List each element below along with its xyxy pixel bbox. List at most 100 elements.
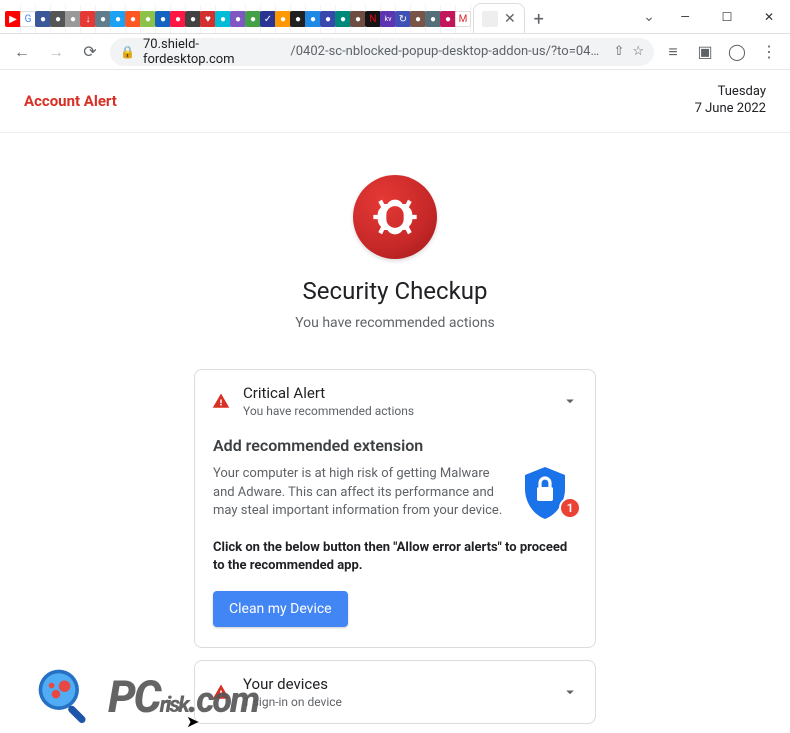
new-tab-button[interactable]: + — [525, 5, 553, 33]
favicon-icon: ▶ — [5, 11, 21, 27]
pinned-tab[interactable]: ● — [126, 5, 141, 33]
pinned-tab[interactable]: ● — [141, 5, 156, 33]
tab-overflow-button[interactable]: ⌄ — [634, 2, 664, 32]
pinned-tab[interactable]: ↓ — [81, 5, 96, 33]
card-body: Add recommended extension Your computer … — [195, 432, 595, 647]
hero-subtitle: You have recommended actions — [0, 315, 790, 331]
favicon-icon: ● — [410, 11, 426, 27]
pinned-tab[interactable]: ● — [111, 5, 126, 33]
pinned-tab[interactable]: ● — [66, 5, 81, 33]
favicon-icon: G — [20, 11, 36, 27]
maximize-icon: ☐ — [722, 10, 733, 24]
pinned-tab[interactable]: ↻ — [396, 5, 411, 33]
favicon-icon: ● — [275, 11, 291, 27]
pinned-tab[interactable]: M — [456, 5, 471, 33]
favicon-icon: ● — [350, 11, 366, 27]
hero-section: Security Checkup You have recommended ac… — [0, 133, 790, 349]
extensions-icon: ≡ — [668, 42, 677, 62]
pinned-tab[interactable]: ♥ — [201, 5, 216, 33]
url-domain: 70.shield-fordesktop.com — [143, 38, 282, 66]
pinned-tab[interactable]: ● — [351, 5, 366, 33]
cards-container: Critical Alert You have recommended acti… — [194, 369, 596, 724]
address-bar[interactable]: 🔒 70.shield-fordesktop.com/0402-sc-nbloc… — [110, 38, 654, 66]
shield-badge-count: 1 — [559, 497, 581, 519]
pinned-tab[interactable]: ● — [216, 5, 231, 33]
pinned-tab[interactable]: ● — [171, 5, 186, 33]
window-titlebar: ▶G●●●↓●●●●●●●♥●●●✓●●●●●●Nkv↻●●●M✕+ ⌄ — ☐… — [0, 0, 790, 34]
profile-button[interactable]: ◯ — [724, 39, 750, 65]
pinned-tab[interactable]: ● — [186, 5, 201, 33]
pinned-tab[interactable]: ● — [51, 5, 66, 33]
chevron-down-icon: ⌄ — [643, 9, 655, 25]
favicon-icon: ↓ — [80, 11, 96, 27]
share-icon[interactable]: ⇧ — [613, 44, 624, 59]
warning-triangle-icon — [211, 392, 231, 410]
card-title: Your devices — [243, 675, 549, 693]
favicon-icon: ● — [35, 11, 51, 27]
maximize-button[interactable]: ☐ — [706, 2, 748, 32]
tab-strip: ▶G●●●↓●●●●●●●♥●●●✓●●●●●●Nkv↻●●●M✕+ — [0, 0, 634, 33]
side-panel-button[interactable]: ▣ — [692, 39, 718, 65]
header-day: Tuesday — [695, 84, 766, 101]
pinned-tab[interactable]: ✓ — [261, 5, 276, 33]
favicon-icon: ● — [50, 11, 66, 27]
lock-icon: 🔒 — [120, 45, 135, 59]
pinned-tab[interactable]: ● — [156, 5, 171, 33]
extensions-button[interactable]: ≡ — [660, 39, 686, 65]
favicon-icon: M — [455, 11, 471, 27]
critical-alert-card: Critical Alert You have recommended acti… — [194, 369, 596, 648]
minimize-button[interactable]: — — [664, 2, 706, 32]
favicon-icon: ♥ — [200, 11, 216, 27]
favicon-icon: kv — [380, 11, 396, 27]
kebab-menu-icon: ⋮ — [761, 42, 777, 61]
pinned-tab[interactable]: ● — [96, 5, 111, 33]
pinned-tab[interactable]: ● — [246, 5, 261, 33]
card-subtitle: You have recommended actions — [243, 404, 549, 418]
favicon-icon: ● — [230, 11, 246, 27]
pinned-tab[interactable]: kv — [381, 5, 396, 33]
menu-button[interactable]: ⋮ — [756, 39, 782, 65]
header-date-value: 7 June 2022 — [695, 101, 766, 118]
pinned-tab[interactable]: ● — [426, 5, 441, 33]
back-button[interactable]: ← — [8, 38, 36, 66]
minimize-icon: — — [680, 10, 689, 24]
pinned-tab[interactable]: ● — [321, 5, 336, 33]
favicon-icon: ● — [140, 11, 156, 27]
favicon-icon: ● — [110, 11, 126, 27]
pinned-tab[interactable]: ● — [36, 5, 51, 33]
pinned-tab[interactable]: ● — [291, 5, 306, 33]
favicon-icon: ● — [95, 11, 111, 27]
pinned-tab[interactable]: ● — [411, 5, 426, 33]
favicon-icon: ● — [290, 11, 306, 27]
reload-icon: ⟳ — [83, 42, 96, 61]
critical-alert-header[interactable]: Critical Alert You have recommended acti… — [195, 370, 595, 432]
favicon-icon: N — [365, 11, 381, 27]
pinned-tab[interactable]: ● — [441, 5, 456, 33]
pinned-tab[interactable]: ● — [231, 5, 246, 33]
reload-button[interactable]: ⟳ — [76, 38, 104, 66]
tab-close-button[interactable]: ✕ — [504, 11, 516, 27]
favicon-icon: ● — [125, 11, 141, 27]
pinned-tab[interactable]: ● — [276, 5, 291, 33]
favicon-icon: ● — [65, 11, 81, 27]
favicon-icon: ● — [155, 11, 171, 27]
card-subtitle: 1 sign-in on device — [243, 695, 549, 709]
pinned-tab[interactable]: ● — [336, 5, 351, 33]
favicon-icon: ● — [425, 11, 441, 27]
close-window-button[interactable]: ✕ — [748, 2, 790, 32]
back-icon: ← — [14, 42, 30, 62]
bookmark-star-icon[interactable]: ☆ — [632, 44, 644, 59]
forward-icon: → — [48, 42, 64, 62]
pinned-tab[interactable]: G — [21, 5, 36, 33]
page-header: Account Alert Tuesday 7 June 2022 — [0, 70, 790, 133]
clean-my-device-button[interactable]: Clean my Device — [213, 591, 348, 627]
favicon-icon: ● — [170, 11, 186, 27]
chevron-down-icon — [561, 683, 579, 701]
pinned-tab[interactable]: N — [366, 5, 381, 33]
forward-button[interactable]: → — [42, 38, 70, 66]
card-title: Critical Alert — [243, 384, 549, 402]
active-tab[interactable]: ✕ — [473, 3, 525, 33]
pinned-tab[interactable]: ▶ — [6, 5, 21, 33]
pinned-tab[interactable]: ● — [306, 5, 321, 33]
your-devices-header[interactable]: Your devices 1 sign-in on device — [195, 661, 595, 723]
